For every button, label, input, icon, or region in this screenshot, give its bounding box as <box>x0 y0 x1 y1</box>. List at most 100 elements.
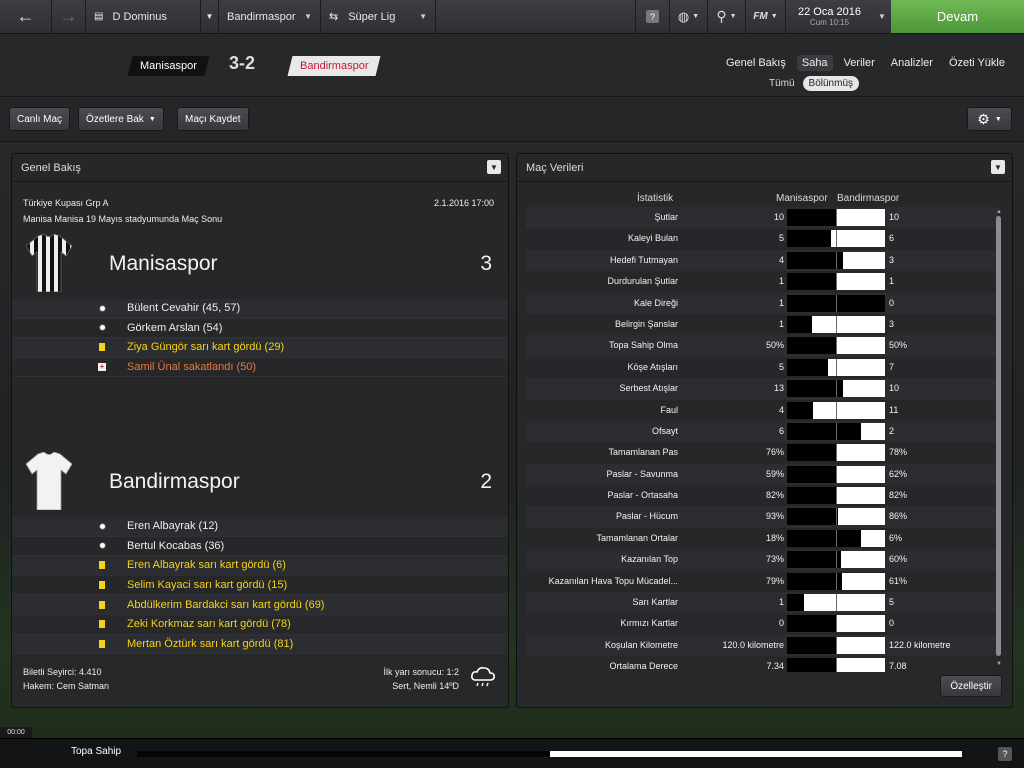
manager-menu-dropdown[interactable]: ▼ <box>201 0 219 33</box>
referee-label: Hakem: Cem Satman <box>23 681 110 691</box>
stat-label: Tamamlanan Ortalar <box>596 532 678 543</box>
bar-midline <box>836 315 837 333</box>
tab-pitch[interactable]: Saha <box>796 55 833 71</box>
list-item: Eren Albayrak (12) <box>12 517 508 537</box>
stat-away-value: 0 <box>889 618 895 629</box>
stat-comparison-bar <box>787 401 885 419</box>
chevron-down-icon: ▼ <box>419 12 427 21</box>
tab-upload-highlights[interactable]: Özeti Yükle <box>944 55 1010 71</box>
table-row: Durdurulan Şutlar 1 1 <box>526 271 998 292</box>
bar-midline <box>836 358 837 376</box>
competition-name: Süper Lig <box>348 10 396 23</box>
help-button[interactable]: ? <box>635 0 669 33</box>
stat-home-fill <box>787 209 836 226</box>
tab-stats[interactable]: Veriler <box>839 55 880 71</box>
panel-menu-button[interactable]: ▼ <box>487 160 501 174</box>
competition-menu[interactable]: ⇆ Süper Lig ▼ <box>321 0 436 33</box>
highlights-button[interactable]: Özetlere Bak ▼ <box>78 107 164 131</box>
event-text: Mertan Öztürk sarı kart gördü (81) <box>127 637 294 650</box>
match-tabs: Genel Bakış Saha Veriler Analizler Özeti… <box>721 55 1010 71</box>
overview-panel-title: Genel Bakış <box>12 154 508 182</box>
settings-button[interactable]: ⚙ ▼ <box>967 107 1012 131</box>
stat-label: Kale Direği <box>633 297 678 308</box>
stat-home-fill <box>787 230 832 248</box>
stat-home-value: 79% <box>765 575 784 586</box>
stat-label: Kazanılan Top <box>621 554 678 565</box>
home-team-score: 3 <box>480 252 492 275</box>
stat-label: Kırmızı Kartlar <box>620 618 678 629</box>
table-row: Serbest Atışlar 13 10 <box>526 378 998 400</box>
stat-home-value: 1 <box>778 597 784 608</box>
stat-comparison-bar <box>787 273 885 291</box>
stat-label: Paslar - Savunma <box>606 468 678 479</box>
ball-icon <box>91 324 113 332</box>
list-item: Görkem Arslan (54) <box>12 319 508 339</box>
live-match-label: Canlı Maç <box>17 113 63 125</box>
tab-overview[interactable]: Genel Bakış <box>721 55 791 71</box>
table-row: Faul 4 11 <box>526 400 998 421</box>
panel-menu-button[interactable]: ▼ <box>991 160 1005 174</box>
bar-midline <box>836 658 837 672</box>
stat-comparison-bar <box>787 422 885 440</box>
fm-menu-button[interactable]: FM ▼ <box>745 0 785 33</box>
yellow-card-icon <box>91 343 113 352</box>
away-shirt-icon <box>26 452 72 510</box>
scrollbar[interactable] <box>996 216 1001 656</box>
bar-midline <box>836 337 837 355</box>
event-text: Eren Albayrak (12) <box>127 520 219 533</box>
event-text: Selim Kayaci sarı kart gördü (15) <box>127 579 288 592</box>
continue-button[interactable]: Devam <box>891 0 1024 33</box>
home-team-tag[interactable]: Manisaspor <box>127 56 210 76</box>
stat-away-value: 0 <box>889 297 895 308</box>
table-row: Kale Direği 1 0 <box>526 292 998 314</box>
world-menu-button[interactable]: ◍ ▼ <box>669 0 707 33</box>
forward-button[interactable]: → <box>52 0 86 33</box>
stat-home-value: 7.34 <box>766 661 784 672</box>
table-row: Tamamlanan Pas 76% 78% <box>526 442 998 463</box>
stat-away-value: 50% <box>889 340 908 351</box>
away-events-list: Eren Albayrak (12) Bertul Kocabas (36) E… <box>12 517 508 655</box>
cloud-rain-icon <box>471 667 495 687</box>
stat-comparison-bar <box>787 465 885 483</box>
subtab-all[interactable]: Tümü <box>763 76 801 91</box>
inbox-icon: ▤ <box>94 11 104 22</box>
search-button[interactable]: ⚲ ▼ <box>707 0 745 33</box>
manager-menu[interactable]: ▤ D Dominus <box>86 0 201 33</box>
subtab-split[interactable]: Bölünmüş <box>802 76 859 91</box>
scroll-down-icon[interactable]: ▼ <box>996 661 1002 667</box>
back-button[interactable]: ← <box>0 0 52 33</box>
club-menu[interactable]: Bandirmaspor ▼ <box>219 0 321 33</box>
tab-analysis[interactable]: Analizler <box>886 55 938 71</box>
customize-button[interactable]: Özelleştir <box>940 675 1002 697</box>
table-row: Kaleyi Bulan 5 6 <box>526 228 998 249</box>
table-row: Koşulan Kilometre 120.0 kilometre 122.0 ki… <box>526 634 998 657</box>
top-navigation-bar: ← → ▤ D Dominus ▼ Bandirmaspor ▼ ⇆ Süper… <box>0 0 1024 34</box>
chevron-down-icon: ▼ <box>692 13 700 20</box>
possession-home-fill <box>137 751 550 757</box>
save-match-button[interactable]: Maçı Kaydet <box>177 107 249 131</box>
away-team-score: 2 <box>480 470 492 493</box>
calendar-date[interactable]: 22 Oca 2016 Cum 10:15 <box>785 0 873 33</box>
stat-home-value: 5 <box>778 233 784 244</box>
help-button[interactable]: ? <box>998 747 1012 761</box>
table-row: Paslar - Ortasaha 82% 82% <box>526 485 998 506</box>
stat-comparison-bar <box>787 658 885 672</box>
gear-icon: ⚙ <box>977 110 990 127</box>
bar-midline <box>836 251 837 269</box>
calendar-dropdown[interactable]: ▼ <box>873 0 891 33</box>
stat-home-value: 59% <box>765 468 784 479</box>
ball-icon <box>91 304 113 312</box>
live-match-button[interactable]: Canlı Maç <box>9 107 71 131</box>
stat-home-value: 120.0 kilometre <box>722 639 784 650</box>
stat-home-value: 50% <box>765 340 784 351</box>
stat-home-fill <box>787 529 861 547</box>
away-team-tag[interactable]: Bandirmaspor <box>287 56 381 76</box>
scrollbar-thumb[interactable] <box>996 216 1001 656</box>
table-row: Paslar - Hücum 93% 86% <box>526 506 998 528</box>
globe-icon: ◍ <box>677 8 690 24</box>
home-team-name: Manisaspor <box>109 252 218 275</box>
yellow-card-icon <box>91 600 113 609</box>
scroll-up-icon[interactable]: ▲ <box>996 209 1002 215</box>
stat-home-fill <box>787 594 804 612</box>
stat-comparison-bar <box>787 209 885 226</box>
